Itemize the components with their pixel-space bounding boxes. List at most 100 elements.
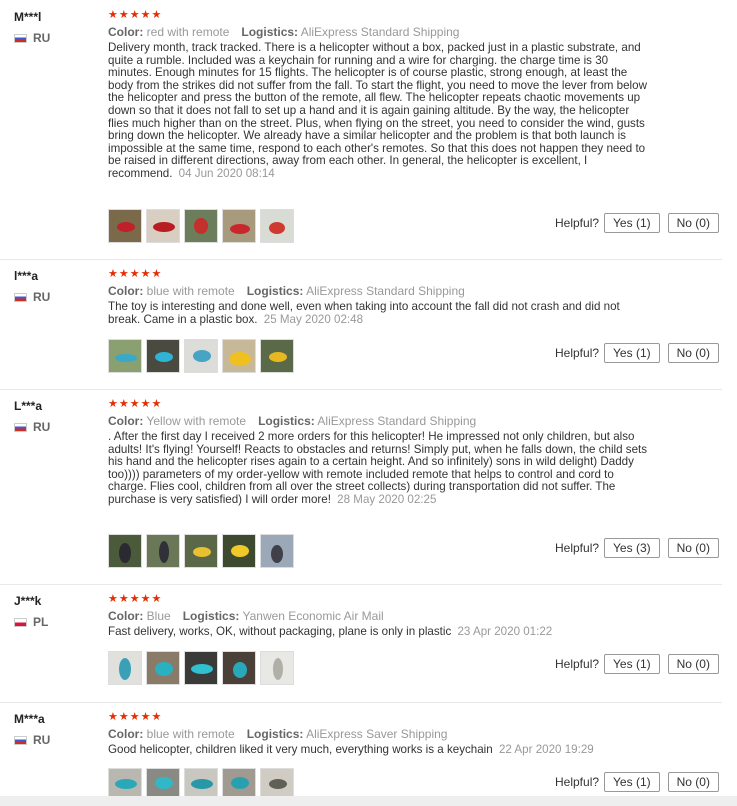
- helpful-label: Helpful?: [555, 346, 600, 360]
- color-value: Blue: [146, 609, 171, 623]
- review-item: M***l RU ★★★★★ Color: red with remote Log…: [0, 0, 722, 260]
- color-label: Color:: [108, 284, 144, 298]
- logistics-label: Logistics:: [241, 25, 299, 39]
- review-date: 25 May 2020 02:48: [263, 312, 364, 326]
- russia-flag-icon: [14, 422, 27, 432]
- review-photo-thumbnail[interactable]: [260, 534, 294, 568]
- logistics-label: Logistics:: [182, 609, 240, 623]
- helpful-vote: Helpful? Yes (3) No (0): [555, 538, 719, 558]
- color-value: Yellow with remote: [146, 414, 247, 428]
- color-label: Color:: [108, 727, 144, 741]
- russia-flag-icon: [14, 735, 27, 745]
- color-value: blue with remote: [146, 727, 235, 741]
- logistics-value: AliExpress Saver Shipping: [306, 727, 448, 741]
- review-photo-thumbnail[interactable]: [222, 209, 256, 243]
- review-date: 23 Apr 2020 01:22: [457, 625, 553, 638]
- review-photos: [108, 339, 294, 373]
- review-photo-thumbnail[interactable]: [260, 651, 294, 685]
- review-photo-thumbnail[interactable]: [184, 651, 218, 685]
- country-code: RU: [33, 290, 51, 304]
- helpful-no-button[interactable]: No (0): [667, 343, 719, 363]
- review-photo-thumbnail[interactable]: [146, 339, 180, 373]
- review-item: l***a RU ★★★★★ Color: blue with remote Lo…: [0, 259, 722, 390]
- helpful-label: Helpful?: [555, 657, 600, 671]
- reviewer-name: L***a: [14, 399, 43, 413]
- review-photo-thumbnail[interactable]: [146, 209, 180, 243]
- review-photo-thumbnail[interactable]: [184, 534, 218, 568]
- review-item: L***a RU ★★★★★ Color: Yellow with remote…: [0, 389, 722, 585]
- review-photo-thumbnail[interactable]: [222, 339, 256, 373]
- helpful-vote: Helpful? Yes (1) No (0): [555, 213, 719, 233]
- review-content: ★★★★★ Color: Yellow with remote Logistics…: [108, 399, 653, 507]
- review-content: ★★★★★ Color: blue with remote Logistics: …: [108, 712, 653, 757]
- logistics-value: AliExpress Standard Shipping: [306, 284, 465, 298]
- helpful-no-button[interactable]: No (0): [667, 654, 719, 674]
- helpful-no-button[interactable]: No (0): [667, 213, 719, 233]
- logistics-value: AliExpress Standard Shipping: [300, 25, 460, 39]
- review-photo-thumbnail[interactable]: [146, 534, 180, 568]
- review-body: Good helicopter, children liked it very …: [108, 743, 493, 756]
- russia-flag-icon: [14, 33, 27, 43]
- review-date: 04 Jun 2020 08:14: [178, 166, 275, 180]
- logistics-label: Logistics:: [246, 727, 304, 741]
- star-rating: ★★★★★: [108, 398, 163, 410]
- helpful-label: Helpful?: [555, 216, 600, 230]
- review-photo-thumbnail[interactable]: [260, 209, 294, 243]
- review-photo-thumbnail[interactable]: [108, 339, 142, 373]
- color-value: red with remote: [146, 25, 230, 39]
- reviewer-info: l***a RU: [14, 269, 50, 304]
- review-photos: [108, 651, 294, 685]
- review-content: ★★★★★ Color: Blue Logistics: Yanwen Econo…: [108, 594, 653, 639]
- review-date: 28 May 2020 02:25: [337, 492, 437, 506]
- review-photo-thumbnail[interactable]: [184, 339, 218, 373]
- review-photo-thumbnail[interactable]: [108, 534, 142, 568]
- review-photo-thumbnail[interactable]: [146, 651, 180, 685]
- country-code: PL: [33, 615, 49, 629]
- review-photo-thumbnail[interactable]: [222, 651, 256, 685]
- helpful-vote: Helpful? Yes (1) No (0): [555, 343, 719, 363]
- helpful-yes-button[interactable]: Yes (3): [604, 538, 660, 558]
- review-photo-thumbnail[interactable]: [108, 209, 142, 243]
- reviewer-country: PL: [14, 615, 48, 629]
- review-body: The toy is interesting and done well, ev…: [108, 300, 620, 326]
- helpful-yes-button[interactable]: Yes (1): [604, 654, 660, 674]
- helpful-no-button[interactable]: No (0): [667, 772, 719, 792]
- review-meta: Color: Yellow with remote Logistics: AliE…: [108, 414, 653, 429]
- reviewer-info: J***k PL: [14, 594, 48, 629]
- logistics-label: Logistics:: [258, 414, 315, 428]
- star-rating: ★★★★★: [108, 711, 163, 723]
- review-item: M***a RU ★★★★★ Color: blue with remote Lo…: [0, 702, 722, 802]
- review-text: Fast delivery, works, OK, without packag…: [108, 625, 653, 639]
- country-code: RU: [33, 420, 51, 434]
- helpful-label: Helpful?: [555, 541, 600, 555]
- star-rating: ★★★★★: [108, 268, 163, 280]
- helpful-vote: Helpful? Yes (1) No (0): [555, 654, 719, 674]
- reviewer-country: RU: [14, 420, 50, 434]
- review-photos: [108, 534, 294, 568]
- review-photo-thumbnail[interactable]: [222, 534, 256, 568]
- review-text: Good helicopter, children liked it very …: [108, 743, 653, 757]
- review-body: Fast delivery, works, OK, without packag…: [108, 625, 452, 638]
- review-photo-thumbnail[interactable]: [260, 339, 294, 373]
- page-bottom-bar: [0, 796, 737, 806]
- helpful-yes-button[interactable]: Yes (1): [604, 772, 660, 792]
- logistics-value: Yanwen Economic Air Mail: [242, 609, 384, 623]
- helpful-no-button[interactable]: No (0): [667, 538, 719, 558]
- review-meta: Color: Blue Logistics: Yanwen Economic Ai…: [108, 609, 653, 624]
- reviewer-name: l***a: [14, 269, 39, 283]
- helpful-yes-button[interactable]: Yes (1): [604, 213, 660, 233]
- color-label: Color:: [108, 414, 144, 428]
- reviewer-info: M***l RU: [14, 10, 50, 45]
- review-photo-thumbnail[interactable]: [108, 651, 142, 685]
- review-photo-thumbnail[interactable]: [184, 209, 218, 243]
- review-body: Delivery month, track tracked. There is …: [108, 41, 647, 180]
- helpful-yes-button[interactable]: Yes (1): [604, 343, 660, 363]
- reviewer-name: M***a: [14, 712, 45, 726]
- reviewer-country: RU: [14, 31, 50, 45]
- country-code: RU: [33, 733, 51, 747]
- color-label: Color:: [108, 25, 144, 39]
- poland-flag-icon: [14, 617, 27, 627]
- reviewer-name: J***k: [14, 594, 42, 608]
- review-text: Delivery month, track tracked. There is …: [108, 41, 653, 181]
- reviewer-name: M***l: [14, 10, 42, 24]
